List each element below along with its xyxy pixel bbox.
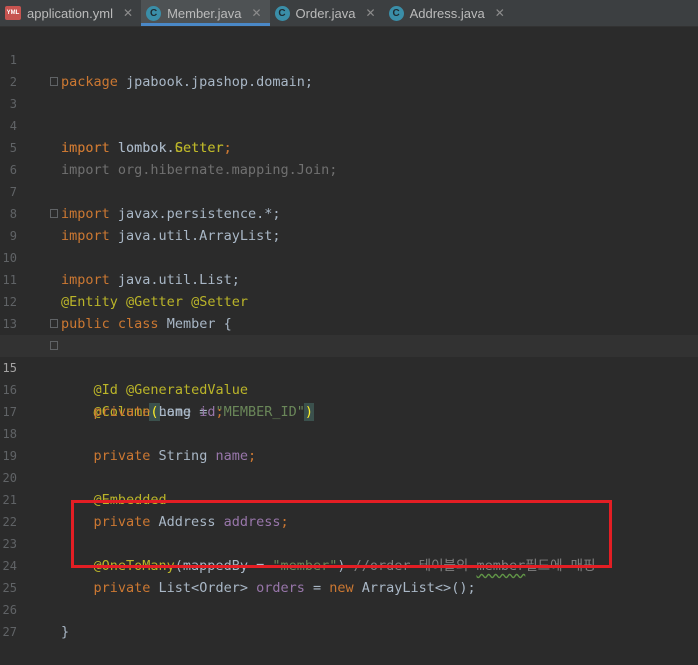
- fold-icon[interactable]: [50, 341, 58, 350]
- code-line[interactable]: 23 @OneToMany(mappedBy = "member") //ord…: [0, 511, 698, 574]
- code-line[interactable]: 24 private List<Order> orders = new Arra…: [0, 533, 698, 596]
- tab-label: Member.java: [167, 5, 242, 21]
- code-line[interactable]: 12 public class Member {: [0, 269, 698, 332]
- code-line[interactable]: 1 package jpabook.jpashop.domain;: [0, 27, 698, 90]
- code-line[interactable]: 22: [0, 489, 698, 529]
- code-line[interactable]: 11 @Entity @Getter @Setter: [0, 247, 698, 310]
- tab-label: Address.java: [409, 5, 485, 21]
- code-line[interactable]: 20 @Embedded: [0, 445, 698, 508]
- code-line[interactable]: 5 import org.hibernate.mapping.Join;: [0, 115, 698, 178]
- code-line[interactable]: 21 private Address address;: [0, 467, 698, 530]
- code-line[interactable]: 7 import javax.persistence.*;: [0, 159, 698, 222]
- tab-label: Order.java: [295, 5, 356, 21]
- code-line[interactable]: 19: [0, 423, 698, 463]
- code-line[interactable]: 8 import java.util.ArrayList;: [0, 181, 698, 244]
- tab-label: application.yml: [27, 5, 113, 21]
- code-line[interactable]: 3 import lombok.Getter;: [0, 71, 698, 156]
- close-icon[interactable]: ✕: [123, 6, 133, 20]
- close-icon[interactable]: ✕: [366, 6, 376, 20]
- code-line[interactable]: 27: [0, 599, 698, 639]
- code-line[interactable]: 6: [0, 137, 698, 177]
- close-icon[interactable]: ✕: [495, 6, 505, 20]
- tab-order-java[interactable]: C Order.java ✕: [270, 0, 384, 26]
- code-line[interactable]: 25: [0, 555, 698, 595]
- closing-brace: }: [61, 624, 70, 640]
- code-line[interactable]: 14 @Id @GeneratedValue: [0, 313, 698, 398]
- code-line[interactable]: 9 import java.util.List;: [0, 203, 698, 288]
- code-line[interactable]: 4 import lombok.Setter;: [0, 93, 698, 156]
- fold-icon[interactable]: [50, 209, 58, 218]
- java-class-icon: C: [388, 5, 404, 21]
- yml-file-icon: YML: [5, 6, 21, 20]
- code-editor[interactable]: 1 package jpabook.jpashop.domain; 2 3 im…: [0, 27, 698, 640]
- java-class-icon: C: [146, 5, 162, 21]
- code-line[interactable]: 16 private Long id;: [0, 357, 698, 420]
- code-line[interactable]: 26 }: [0, 577, 698, 640]
- tab-address-java[interactable]: C Address.java ✕: [384, 0, 513, 26]
- code-line[interactable]: 18 private String name;: [0, 401, 698, 464]
- fold-icon[interactable]: [50, 319, 58, 328]
- code-line[interactable]: 13: [0, 291, 698, 331]
- code-line-current[interactable]: 15 @Column(name = "MEMBER_ID"): [0, 335, 698, 421]
- code-line[interactable]: 10: [0, 225, 698, 265]
- java-class-icon: C: [274, 5, 290, 21]
- close-icon[interactable]: ✕: [251, 6, 261, 20]
- code-line[interactable]: 2: [0, 49, 698, 89]
- tab-member-java[interactable]: C Member.java ✕: [141, 0, 271, 26]
- fold-icon[interactable]: [50, 77, 58, 86]
- line-number: 27: [2, 625, 17, 639]
- code-line[interactable]: 17: [0, 379, 698, 419]
- tab-application-yml[interactable]: YML application.yml ✕: [0, 0, 141, 26]
- editor-tab-bar: YML application.yml ✕ C Member.java ✕ C …: [0, 0, 698, 27]
